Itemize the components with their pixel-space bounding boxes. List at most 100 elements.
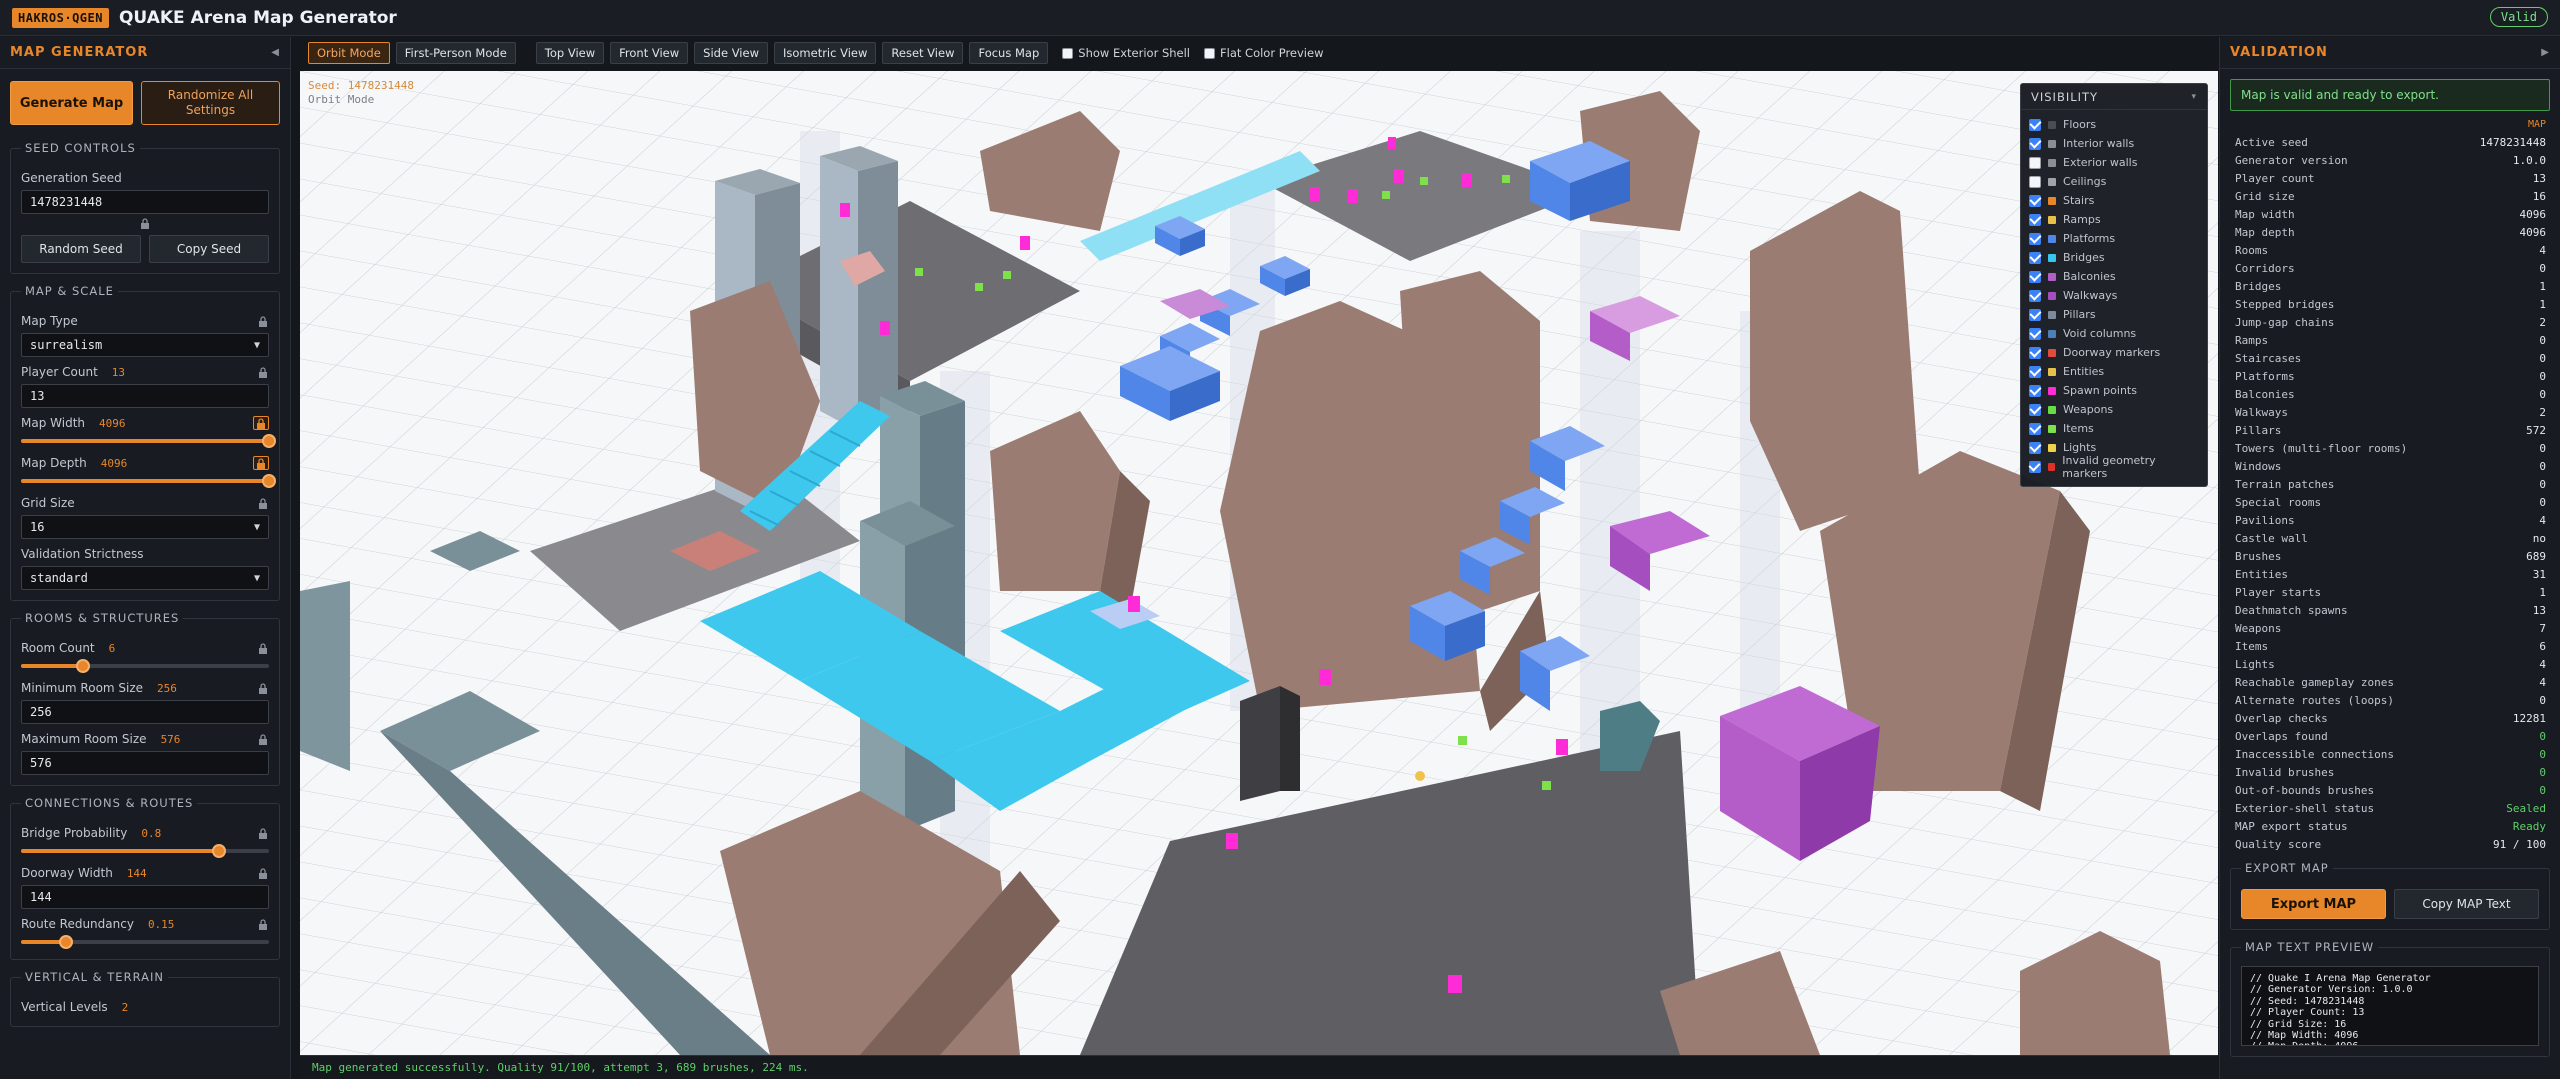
stat-value: 0 (2539, 765, 2546, 779)
visibility-item[interactable]: Floors (2029, 115, 2199, 134)
checkbox[interactable] (2029, 118, 2041, 131)
validation-strictness-select[interactable]: standard ▼ (21, 566, 269, 590)
map-text-preview[interactable]: // Quake I Arena Map Generator // Genera… (2241, 966, 2539, 1046)
checkbox[interactable] (2029, 213, 2041, 226)
visibility-item[interactable]: Exterior walls (2029, 153, 2199, 172)
stat-value: Sealed (2506, 801, 2546, 815)
visibility-item[interactable]: Ramps (2029, 210, 2199, 229)
checkbox[interactable] (2029, 384, 2041, 397)
lock-icon[interactable] (257, 682, 269, 694)
app-title: QUAKE Arena Map Generator (118, 7, 397, 28)
visibility-item[interactable]: Doorway markers (2029, 343, 2199, 362)
lock-icon[interactable] (253, 456, 269, 470)
lock-icon[interactable] (257, 497, 269, 509)
visibility-item[interactable]: Entities (2029, 362, 2199, 381)
visibility-item[interactable]: Spawn points (2029, 381, 2199, 400)
top-view-button[interactable]: Top View (535, 42, 605, 64)
stat-value: no (2532, 531, 2546, 545)
lock-icon[interactable] (257, 827, 269, 839)
checkbox[interactable] (2029, 175, 2041, 188)
checkbox[interactable] (2029, 308, 2041, 321)
stat-row: Reachable gameplay zones 4 (2235, 673, 2546, 691)
visibility-item[interactable]: Weapons (2029, 400, 2199, 419)
doorway-width-input[interactable]: 144 (21, 885, 269, 909)
map-scene[interactable] (300, 71, 2218, 1055)
route-redundancy-slider[interactable] (21, 935, 269, 949)
reset-view-button[interactable]: Reset View (882, 42, 964, 64)
checkbox[interactable] (2029, 327, 2041, 340)
lock-icon[interactable] (139, 217, 151, 229)
isometric-view-button[interactable]: Isometric View (774, 42, 877, 64)
visibility-item[interactable]: Ceilings (2029, 172, 2199, 191)
lock-icon[interactable] (257, 315, 269, 327)
checkbox[interactable] (2029, 460, 2041, 473)
lock-icon[interactable] (257, 733, 269, 745)
lock-icon[interactable] (257, 867, 269, 879)
3d-viewport[interactable]: Seed: 1478231448 Orbit Mode VISIBILITY ▾… (300, 71, 2218, 1055)
checkbox[interactable] (2029, 270, 2041, 283)
visibility-item-label: Walkways (2063, 289, 2118, 302)
visibility-item[interactable]: Bridges (2029, 248, 2199, 267)
room-count-slider[interactable] (21, 659, 269, 673)
checkbox[interactable] (2029, 194, 2041, 207)
checkbox[interactable] (1204, 47, 1216, 59)
map-depth-slider[interactable] (21, 474, 276, 488)
stat-label: Overlaps found (2235, 729, 2328, 743)
checkbox[interactable] (2029, 289, 2041, 302)
collapse-left-icon[interactable]: ◀ (271, 47, 280, 58)
visibility-item[interactable]: Balconies (2029, 267, 2199, 286)
front-view-button[interactable]: Front View (610, 42, 689, 64)
bridge-probability-value: 0.8 (141, 826, 162, 840)
visibility-item[interactable]: Walkways (2029, 286, 2199, 305)
orbit-mode-button[interactable]: Orbit Mode (308, 42, 390, 64)
side-view-button[interactable]: Side View (694, 42, 768, 64)
player-count-input[interactable]: 13 (21, 384, 269, 408)
color-swatch (2048, 424, 2056, 433)
export-map-button[interactable]: Export MAP (2241, 889, 2386, 919)
collapse-visibility-icon[interactable]: ▾ (2191, 92, 2197, 102)
map-type-select[interactable]: surrealism ▼ (21, 333, 269, 357)
checkbox[interactable] (2029, 232, 2041, 245)
checkbox[interactable] (1062, 47, 1074, 59)
grid-size-select[interactable]: 16 ▼ (21, 515, 269, 539)
min-room-size-input[interactable]: 256 (21, 700, 269, 724)
max-room-size-input[interactable]: 576 (21, 751, 269, 775)
checkbox[interactable] (2029, 137, 2041, 150)
copy-map-text-button[interactable]: Copy MAP Text (2394, 889, 2539, 919)
lock-icon[interactable] (257, 366, 269, 378)
lock-icon[interactable] (253, 416, 269, 430)
stat-value: 572 (2526, 423, 2546, 437)
randomize-settings-button[interactable]: Randomize All Settings (141, 81, 280, 125)
visibility-item[interactable]: Items (2029, 419, 2199, 438)
collapse-right-icon[interactable]: ▶ (2541, 47, 2550, 58)
stat-value: 0 (2539, 261, 2546, 275)
generate-map-button[interactable]: Generate Map (10, 81, 133, 125)
checkbox[interactable] (2029, 422, 2041, 435)
visibility-item[interactable]: Stairs (2029, 191, 2199, 210)
copy-seed-button[interactable]: Copy Seed (149, 235, 269, 263)
visibility-item[interactable]: Platforms (2029, 229, 2199, 248)
color-swatch (2048, 177, 2056, 186)
checkbox[interactable] (2029, 365, 2041, 378)
focus-map-button[interactable]: Focus Map (969, 42, 1049, 64)
visibility-item[interactable]: Invalid geometry markers (2029, 454, 2199, 480)
flat-color-preview-toggle[interactable]: Flat Color Preview (1204, 46, 1323, 60)
first-person-mode-button[interactable]: First-Person Mode (395, 42, 516, 64)
visibility-item[interactable]: Pillars (2029, 305, 2199, 324)
checkbox[interactable] (2029, 403, 2041, 416)
checkbox[interactable] (2029, 441, 2041, 454)
lock-icon[interactable] (257, 918, 269, 930)
visibility-item[interactable]: Interior walls (2029, 134, 2199, 153)
map-width-slider[interactable] (21, 434, 276, 448)
bridge-probability-slider[interactable] (21, 844, 269, 858)
lock-icon[interactable] (257, 642, 269, 654)
checkbox[interactable] (2029, 156, 2041, 169)
visibility-item[interactable]: Void columns (2029, 324, 2199, 343)
checkbox[interactable] (2029, 251, 2041, 264)
panel-title: VALIDATION (2230, 45, 2328, 60)
checkbox[interactable] (2029, 346, 2041, 359)
seed-input[interactable]: 1478231448 (21, 190, 269, 214)
show-exterior-shell-toggle[interactable]: Show Exterior Shell (1062, 46, 1190, 60)
room-count-value: 6 (108, 641, 116, 655)
random-seed-button[interactable]: Random Seed (21, 235, 141, 263)
